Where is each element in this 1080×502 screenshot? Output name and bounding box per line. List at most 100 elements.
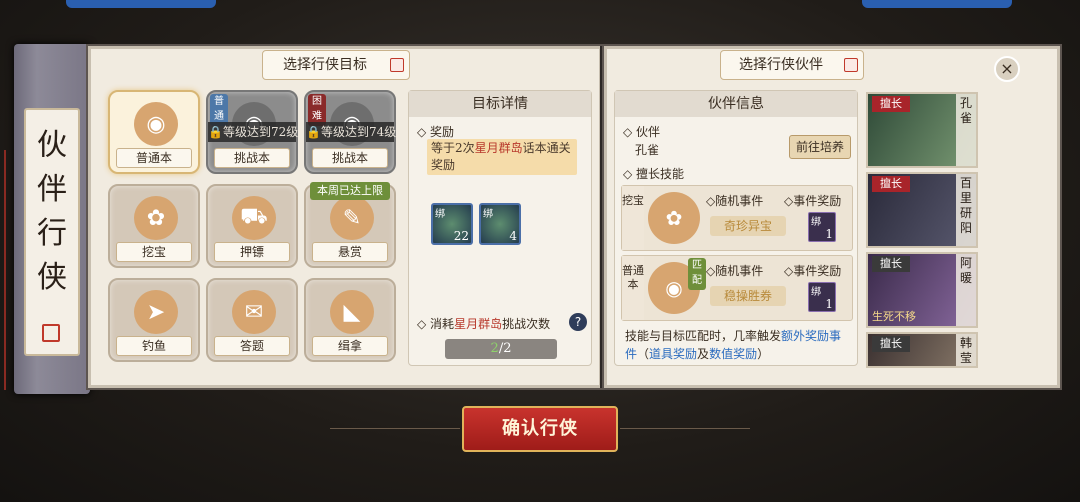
confirm-button[interactable]: 确认行侠 xyxy=(462,406,618,452)
tile-label: 挖宝 xyxy=(116,242,192,262)
partner-info: 伙伴信息 ◇ 伙伴 孔雀 前往培养 ◇ 擅长技能 挖宝 ✿ ◇随机事件 ◇事件奖… xyxy=(614,90,858,366)
event-reward-text: 事件奖励 xyxy=(793,194,842,208)
lock-requirement: 🔒等级达到72级 xyxy=(208,122,299,142)
reward-text-pre: 等于2次 xyxy=(431,141,475,155)
tile-quiz[interactable]: ✉ 答题 xyxy=(206,278,298,362)
footer-paren-open: （ xyxy=(637,347,650,361)
reward-description: 等于2次星月群岛话本通关奖励 xyxy=(427,139,577,175)
divider-line xyxy=(330,428,460,429)
close-icon[interactable]: × xyxy=(994,56,1020,82)
tile-arrest[interactable]: ◣ 缉拿 xyxy=(304,278,396,362)
portrait-anuan[interactable]: 擅长 阿暖 生死不移 xyxy=(866,252,978,328)
skill-side-label: 挖宝 xyxy=(622,186,644,250)
seal-icon xyxy=(42,324,60,342)
tile-fishing[interactable]: ➤ 钓鱼 xyxy=(108,278,200,362)
bind-tag: 绑 xyxy=(811,287,821,298)
knife-icon: ✎ xyxy=(330,196,374,240)
partner-name: 孔雀 xyxy=(635,143,660,157)
tile-bounty[interactable]: ✎ 本周已达上限 悬赏 xyxy=(304,182,396,268)
footer-item-reward: 道具奖励 xyxy=(649,347,698,361)
top-bar-left xyxy=(66,0,216,8)
scroll-icon: ✉ xyxy=(232,290,276,334)
item-count: 4 xyxy=(509,229,517,243)
partner-label-row: ◇ 伙伴 xyxy=(623,125,661,139)
top-bar-right xyxy=(862,0,1012,8)
portrait-name: 阿暖 xyxy=(956,254,976,326)
bind-tag: 绑 xyxy=(483,209,493,220)
match-tag: 匹配 xyxy=(688,258,706,290)
weekly-limit-tag: 本周已达上限 xyxy=(310,182,390,200)
tile-treasure-dig[interactable]: ✿ 挖宝 xyxy=(108,184,200,268)
lock-icon: 🔒 xyxy=(306,125,321,139)
portrait-baili[interactable]: 擅长 百里研阳 xyxy=(866,172,978,248)
lock-text: 等级达到72级 xyxy=(222,125,299,139)
tile-label: 缉拿 xyxy=(312,336,388,356)
partner-label: 伙伴 xyxy=(636,125,661,139)
event-reward-text: 事件奖励 xyxy=(793,264,842,278)
lock-icon: 🔒 xyxy=(208,125,223,139)
shovel-icon: ✿ xyxy=(648,192,700,244)
tile-challenge-hard[interactable]: ◉ 困难 🔒等级达到74级 挑战本 xyxy=(304,90,396,174)
event-name: 稳操胜券 xyxy=(710,286,786,306)
portrait-hanying[interactable]: 擅长 韩莹 xyxy=(866,332,978,368)
event-reward-label: ◇事件奖励 xyxy=(784,264,842,278)
bind-tag: 绑 xyxy=(435,209,445,220)
event-name: 奇珍异宝 xyxy=(710,216,786,236)
random-event-label: ◇随机事件 xyxy=(706,264,764,278)
skill-side-label: 普通本 xyxy=(622,256,644,320)
reward-item[interactable]: 绑 22 xyxy=(431,203,473,245)
count-used: 2 xyxy=(490,341,499,356)
event-reward-label: ◇事件奖励 xyxy=(784,194,842,208)
skill-card-normal: 普通本 ◉ 匹配 ◇随机事件 ◇事件奖励 稳操胜券 绑1 xyxy=(621,255,853,321)
consume-post: 挑战次数 xyxy=(502,317,551,331)
chest-count: 1 xyxy=(825,297,833,311)
title-scroll: 伙伴行侠 xyxy=(14,44,90,394)
tile-label: 押镖 xyxy=(214,242,290,262)
challenge-count: 2/2 xyxy=(445,339,557,359)
chest-icon[interactable]: 绑1 xyxy=(808,212,836,242)
portrait-name: 百里研阳 xyxy=(956,174,976,246)
random-event-text: 随机事件 xyxy=(715,264,764,278)
partner-header: 伙伴信息 xyxy=(615,91,857,117)
reward-label: 奖励 xyxy=(430,125,455,139)
chest-icon[interactable]: 绑1 xyxy=(808,282,836,312)
tile-escort[interactable]: ⛟ 押镖 xyxy=(206,184,298,268)
tile-label: 挑战本 xyxy=(312,148,388,168)
footer-pre: 技能与目标匹配时，几率触发 xyxy=(625,329,782,343)
footer-and: 及 xyxy=(697,347,710,361)
skill-tag: 擅长 xyxy=(872,96,910,112)
portrait-kongque[interactable]: 擅长 孔雀 xyxy=(866,92,978,168)
target-detail: 目标详情 ◇ 奖励 等于2次星月群岛话本通关奖励 绑 22 绑4 ◇ 消耗星月群岛… xyxy=(408,90,592,366)
cart-icon: ⛟ xyxy=(232,196,276,240)
portrait-name: 韩莹 xyxy=(956,334,976,366)
shovel-icon: ✿ xyxy=(134,196,178,240)
footer-value-reward: 数值奖励 xyxy=(709,347,758,361)
go-train-button[interactable]: 前往培养 xyxy=(789,135,851,159)
seal-icon xyxy=(844,58,858,72)
tile-normal-dungeon[interactable]: ◉ 普通本 xyxy=(108,90,200,174)
target-banner: 选择行侠目标 xyxy=(262,50,410,80)
skill-tag: 擅长 xyxy=(872,176,910,192)
lock-requirement: 🔒等级达到74级 xyxy=(306,122,396,142)
consume-pre: 消耗 xyxy=(430,317,455,331)
divider-line xyxy=(620,428,750,429)
tile-challenge-normal[interactable]: ◉ 普通 🔒等级达到72级 挑战本 xyxy=(206,90,298,174)
item-count: 22 xyxy=(453,229,469,243)
reward-item[interactable]: 绑4 xyxy=(479,203,521,245)
chest-count: 1 xyxy=(825,227,833,241)
detail-header: 目标详情 xyxy=(409,91,591,117)
reward-text-highlight: 星月群岛 xyxy=(474,141,523,155)
target-banner-label: 选择行侠目标 xyxy=(283,57,367,73)
tile-label: 钓鱼 xyxy=(116,336,192,356)
tile-label: 答题 xyxy=(214,336,290,356)
help-icon[interactable]: ? xyxy=(569,313,587,331)
skill-card-treasure: 挖宝 ✿ ◇随机事件 ◇事件奖励 奇珍异宝 绑1 xyxy=(621,185,853,251)
count-total: /2 xyxy=(498,341,512,356)
random-event-text: 随机事件 xyxy=(715,194,764,208)
random-event-label: ◇随机事件 xyxy=(706,194,764,208)
skill-tag: 擅长 xyxy=(872,336,910,352)
reward-label-row: ◇ 奖励 xyxy=(417,125,455,139)
portrait-name: 孔雀 xyxy=(956,94,976,166)
fish-icon: ➤ xyxy=(134,290,178,334)
skill-label-row: ◇ 擅长技能 xyxy=(623,167,685,181)
